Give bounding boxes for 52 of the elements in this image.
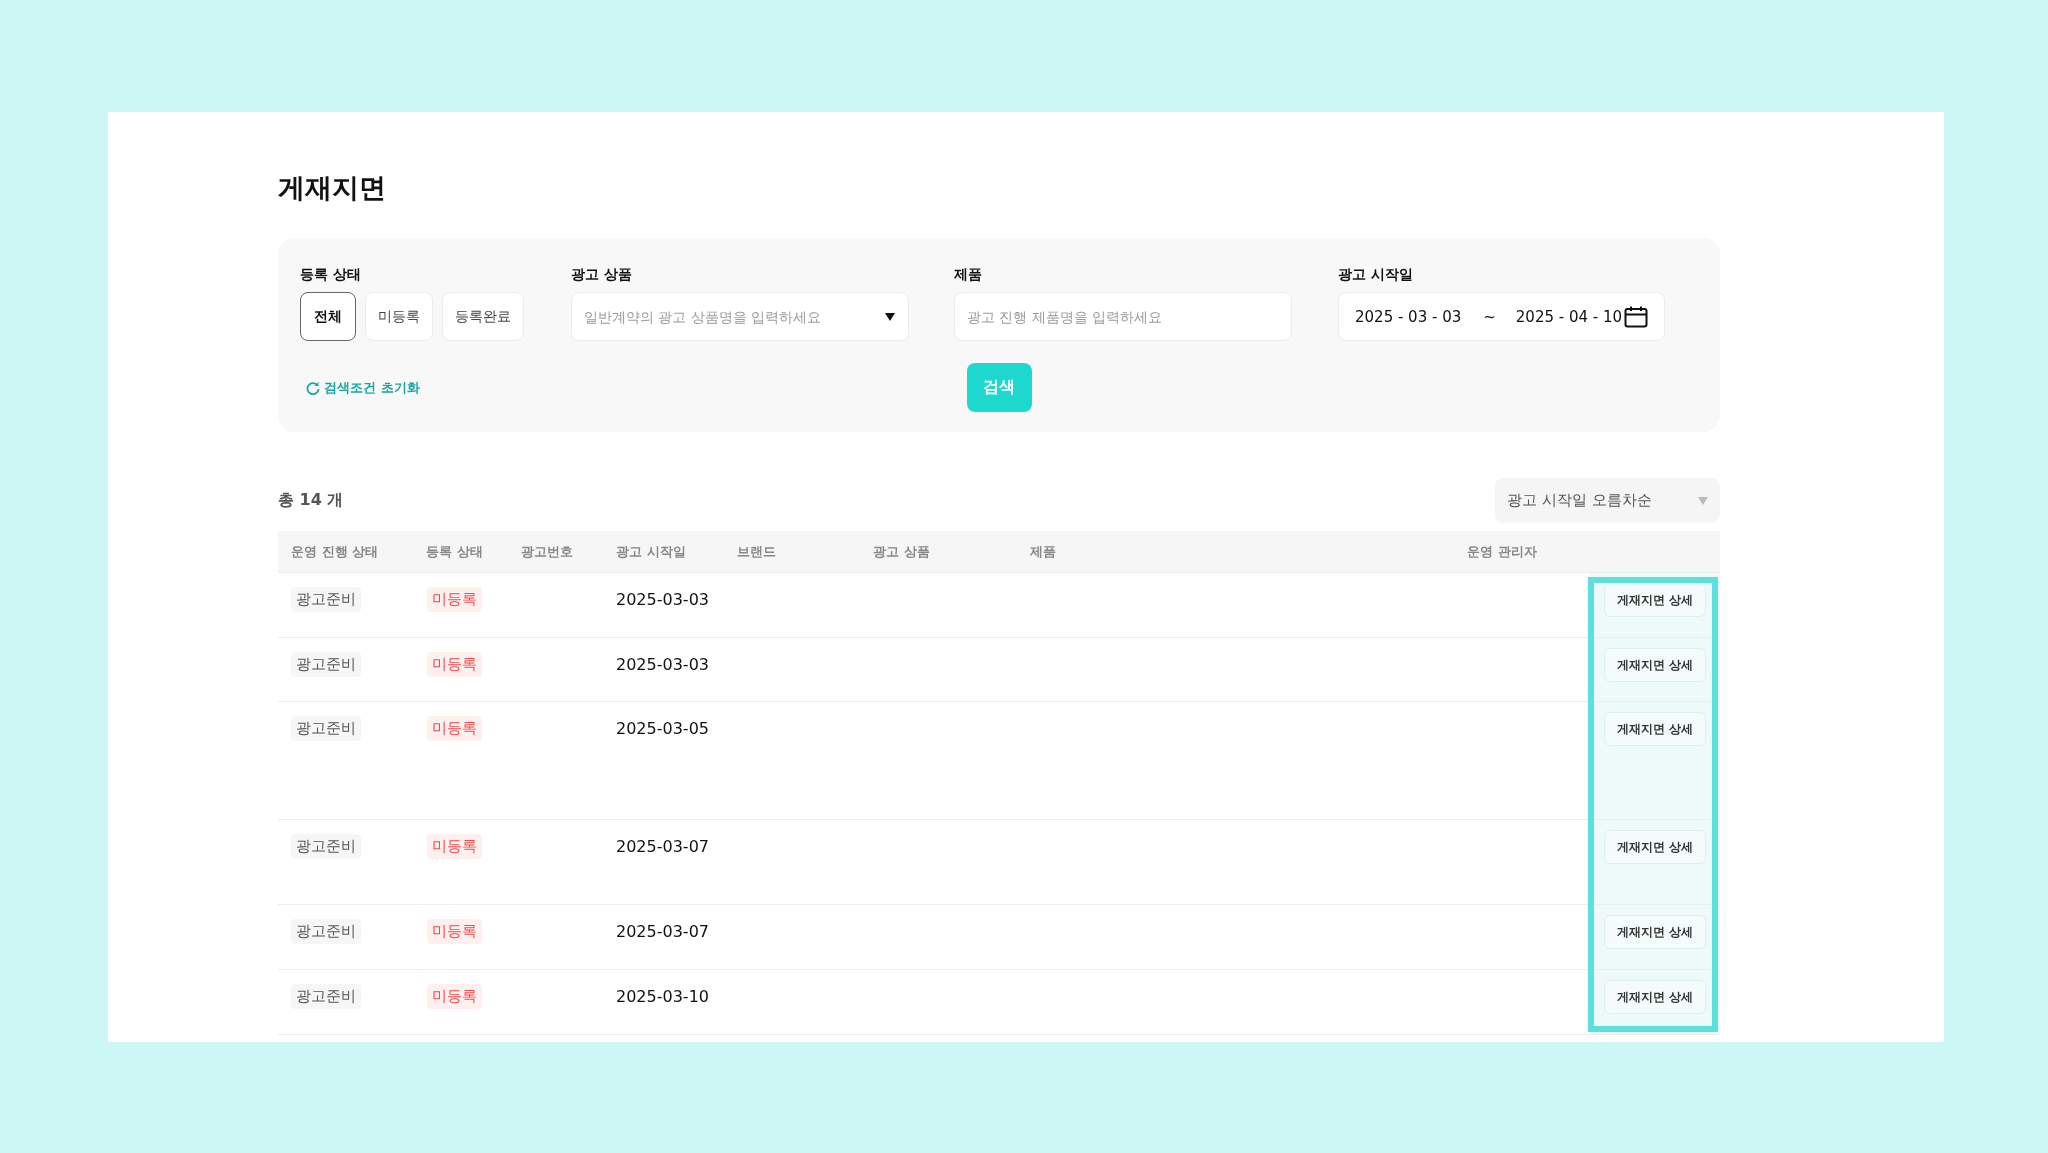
column-header: 등록 상태: [425, 542, 484, 561]
placement-detail-button[interactable]: 게재지면 상세: [1603, 980, 1707, 1014]
filter-label: 광고 상품: [571, 266, 633, 284]
registration-status-tag: 미등록: [427, 834, 482, 859]
registration-status-tag: 미등록: [427, 919, 482, 944]
placement-detail-button[interactable]: 게재지면 상세: [1603, 915, 1707, 949]
calendar-icon: [1624, 305, 1648, 328]
progress-status-tag: 광고준비: [291, 834, 361, 859]
progress-status-tag: 광고준비: [291, 984, 361, 1009]
column-header: 운영 진행 상태: [290, 542, 380, 561]
filter-label: 제품: [954, 266, 983, 284]
column-header: 브랜드: [736, 542, 777, 561]
registration-status-tag: 미등록: [427, 984, 482, 1009]
column-header: 광고번호: [520, 542, 574, 561]
sort-select[interactable]: 광고 시작일 오름차순: [1495, 478, 1720, 523]
progress-status-tag: 광고준비: [291, 652, 361, 677]
registration-status-tag: 미등록: [427, 652, 482, 677]
table-cell-text: 2025-03-07: [616, 836, 709, 856]
registration-status-tag: 미등록: [427, 716, 482, 741]
table-cell-text: 2025-03-03: [616, 589, 709, 609]
placement-detail-button[interactable]: 게재지면 상세: [1603, 583, 1707, 617]
progress-status-tag: 광고준비: [291, 716, 361, 741]
column-header: 광고 상품: [872, 542, 931, 561]
status-filter-button[interactable]: 전체: [300, 292, 356, 341]
end-date: 2025 - 04 - 10: [1515, 307, 1623, 326]
table-cell-text: 2025-03-07: [616, 921, 709, 941]
status-filter-button[interactable]: 등록완료: [442, 292, 524, 341]
progress-status-tag: 광고준비: [291, 587, 361, 612]
table-cell-text: 2025-03-03: [616, 654, 709, 674]
filter-label: 등록 상태: [300, 266, 362, 284]
placement-detail-button[interactable]: 게재지면 상세: [1603, 830, 1707, 864]
date-range-field[interactable]: 2025 - 03 - 03 ~ 2025 - 04 - 10: [1338, 292, 1665, 341]
range-separator: ~: [1483, 307, 1496, 326]
start-date: 2025 - 03 - 03: [1355, 307, 1462, 326]
product-name-field[interactable]: 광고 진행 제품명을 입력하세요: [954, 292, 1292, 341]
progress-status-tag: 광고준비: [291, 919, 361, 944]
column-header: 제품: [1029, 542, 1057, 561]
page-title: 게재지면: [278, 171, 387, 202]
dropdown-caret-icon: [1698, 496, 1708, 505]
column-header: 운영 관리자: [1466, 542, 1538, 561]
total-count: 총 14 개: [278, 490, 344, 511]
column-header: 광고 시작일: [615, 542, 687, 561]
table-cell-text: 2025-03-10: [616, 986, 709, 1006]
table-cell-text: 2025-03-05: [616, 718, 709, 738]
product-select[interactable]: 일반계약의 광고 상품명을 입력하세요: [571, 292, 909, 341]
placement-detail-button[interactable]: 게재지면 상세: [1603, 712, 1707, 746]
status-filter-button[interactable]: 미등록: [365, 292, 433, 341]
registration-status-tag: 미등록: [427, 587, 482, 612]
filter-label: 광고 시작일: [1338, 266, 1414, 284]
refresh-icon: [306, 380, 320, 395]
dropdown-caret-icon: [885, 313, 895, 321]
placement-detail-button[interactable]: 게재지면 상세: [1603, 648, 1707, 682]
